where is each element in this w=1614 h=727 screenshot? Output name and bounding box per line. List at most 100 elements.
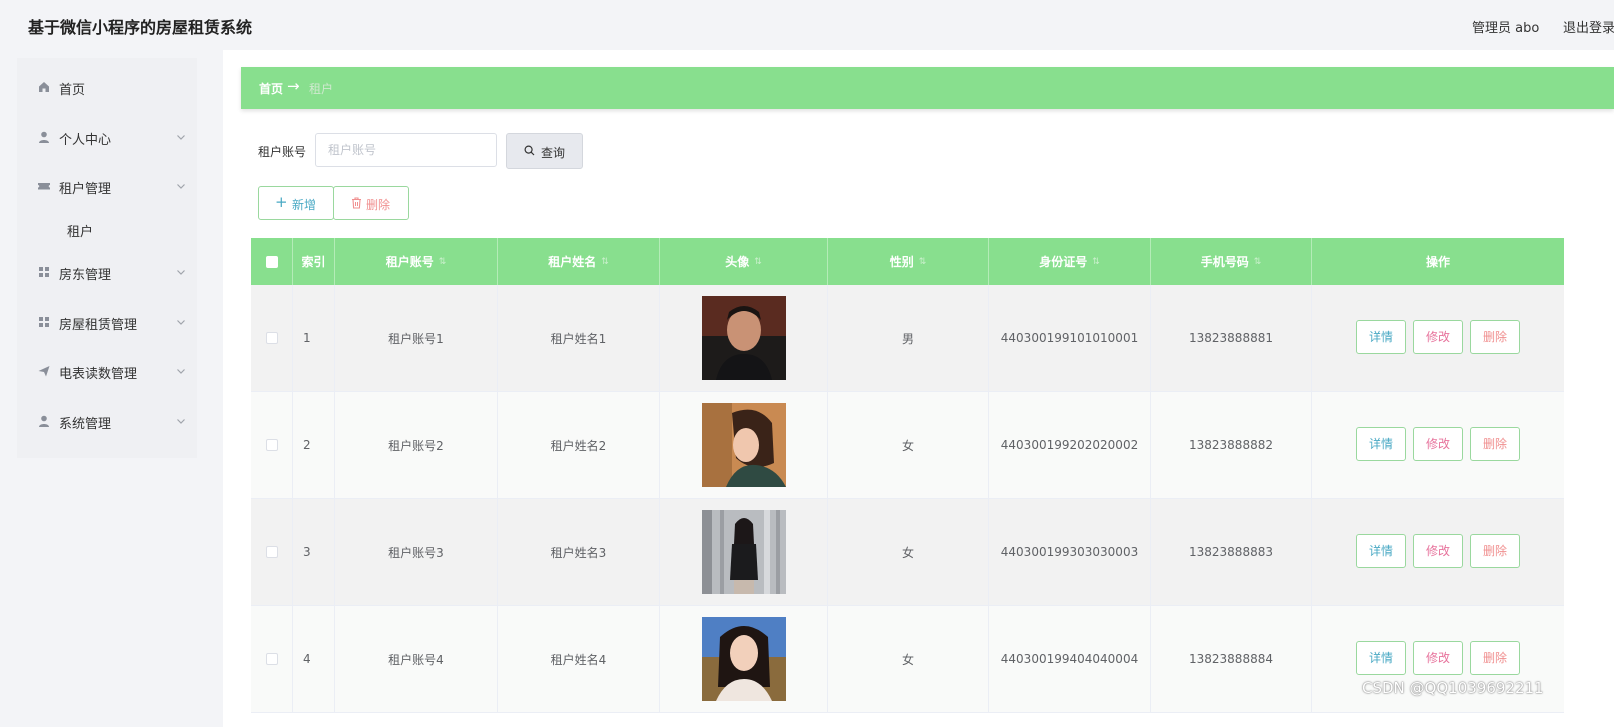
select-all-cell	[251, 238, 293, 285]
batch-delete-button[interactable]: 删除	[333, 186, 409, 220]
grid-icon	[39, 267, 49, 277]
sidebar: 首页 个人中心 租户管理 租户 房东管理 房屋租赁管理 电表读数管理 系统管理	[17, 58, 197, 458]
column-header-label: 性别	[889, 255, 914, 269]
edit-button[interactable]: 修改	[1413, 534, 1463, 568]
query-button[interactable]: 查询	[506, 133, 583, 169]
sidebar-item-personal-center[interactable]: 个人中心	[17, 118, 197, 156]
sort-icon[interactable]: ⇅	[601, 257, 609, 267]
edit-button[interactable]: 修改	[1413, 320, 1463, 354]
edit-button[interactable]: 修改	[1413, 641, 1463, 675]
detail-button[interactable]: 详情	[1356, 641, 1406, 675]
sidebar-item-tenant-management[interactable]: 租户管理	[17, 167, 197, 205]
index-cell: 3	[293, 499, 335, 605]
name-cell: 租户姓名1	[498, 285, 660, 391]
trash-icon	[352, 197, 361, 209]
logout-link[interactable]: 退出登录	[1563, 17, 1614, 36]
sidebar-item-label: 房东管理	[59, 268, 112, 283]
column-header-label: 租户账号	[385, 255, 434, 269]
avatar	[701, 617, 786, 701]
column-header-avatar[interactable]: 头像 ⇅	[660, 238, 828, 285]
sidebar-item-landlord-management[interactable]: 房东管理	[17, 253, 197, 291]
sort-icon[interactable]: ⇅	[1092, 257, 1100, 267]
batch-delete-button-label: 删除	[366, 198, 391, 212]
main-content: 首页 → 租户 租户账号 查询 + 新增 删除 索引 租户账号 ⇅ 租户姓名 ⇅	[223, 50, 1614, 727]
sidebar-item-system-management[interactable]: 系统管理	[17, 402, 197, 440]
avatar-cell	[660, 285, 828, 391]
sidebar-subitem-tenant[interactable]: 租户	[17, 213, 197, 245]
id-number-cell: 440300199202020002	[989, 392, 1151, 498]
column-header-index: 索引	[293, 238, 335, 285]
column-header-account[interactable]: 租户账号 ⇅	[335, 238, 498, 285]
sidebar-item-rental-management[interactable]: 房屋租赁管理	[17, 303, 197, 341]
sidebar-item-meter-reading-management[interactable]: 电表读数管理	[17, 352, 197, 390]
sort-icon[interactable]: ⇅	[1254, 257, 1262, 267]
actions-cell: 详情 修改 删除	[1312, 285, 1564, 391]
sidebar-item-label: 系统管理	[59, 417, 112, 432]
query-button-label: 查询	[541, 146, 566, 160]
sidebar-item-home[interactable]: 首页	[17, 68, 197, 106]
column-header-id-number[interactable]: 身份证号 ⇅	[989, 238, 1151, 285]
id-number-cell: 440300199404040004	[989, 606, 1151, 712]
index-cell: 1	[293, 285, 335, 391]
column-header-label: 身份证号	[1039, 255, 1088, 269]
search-input[interactable]	[315, 133, 497, 167]
avatar	[701, 510, 786, 594]
id-number-cell: 440300199101010001	[989, 285, 1151, 391]
index-cell: 4	[293, 606, 335, 712]
sidebar-item-label: 房屋租赁管理	[59, 318, 138, 333]
row-checkbox[interactable]	[265, 546, 278, 558]
search-icon	[524, 145, 535, 156]
admin-label: 管理员 abo	[1472, 21, 1540, 36]
phone-cell: 13823888881	[1151, 285, 1312, 391]
edit-button[interactable]: 修改	[1413, 427, 1463, 461]
column-header-label: 操作	[1425, 255, 1450, 269]
detail-button[interactable]: 详情	[1356, 427, 1406, 461]
name-cell: 租户姓名4	[498, 606, 660, 712]
gender-cell: 女	[828, 606, 989, 712]
phone-cell: 13823888883	[1151, 499, 1312, 605]
sort-icon[interactable]: ⇅	[754, 257, 762, 267]
account-cell: 租户账号2	[335, 392, 498, 498]
row-checkbox[interactable]	[265, 653, 278, 665]
sidebar-item-label: 个人中心	[59, 133, 112, 148]
select-all-checkbox[interactable]	[265, 255, 278, 268]
sort-icon[interactable]: ⇅	[439, 257, 447, 267]
delete-button[interactable]: 删除	[1470, 320, 1520, 354]
column-header-phone[interactable]: 手机号码 ⇅	[1151, 238, 1312, 285]
ticket-icon	[38, 183, 50, 190]
column-header-label: 索引	[301, 255, 326, 269]
gender-cell: 男	[828, 285, 989, 391]
column-header-name[interactable]: 租户姓名 ⇅	[498, 238, 660, 285]
row-select-cell	[251, 392, 293, 498]
detail-button[interactable]: 详情	[1356, 320, 1406, 354]
column-header-gender[interactable]: 性别 ⇅	[828, 238, 989, 285]
row-checkbox[interactable]	[265, 332, 278, 344]
sort-icon[interactable]: ⇅	[919, 257, 927, 267]
phone-cell: 13823888882	[1151, 392, 1312, 498]
chevron-down-icon	[177, 419, 185, 424]
account-cell: 租户账号3	[335, 499, 498, 605]
account-cell: 租户账号4	[335, 606, 498, 712]
avatar-cell	[660, 392, 828, 498]
gender-cell: 女	[828, 499, 989, 605]
row-checkbox[interactable]	[265, 439, 278, 451]
user-icon	[39, 131, 49, 143]
delete-button[interactable]: 删除	[1470, 427, 1520, 461]
breadcrumb: 首页 → 租户	[241, 67, 1614, 109]
plus-icon: +	[275, 193, 288, 211]
delete-button[interactable]: 删除	[1470, 534, 1520, 568]
watermark-text: CSDN @QQ1039692211	[1362, 679, 1544, 697]
table-row: 1 租户账号1 租户姓名1 男 440300199101010001 13823…	[251, 285, 1564, 392]
column-header-label: 手机号码	[1200, 255, 1249, 269]
actions-cell: 详情 修改 删除	[1312, 499, 1564, 605]
breadcrumb-home-link[interactable]: 首页	[259, 80, 283, 97]
add-button-label: 新增	[292, 198, 317, 212]
avatar	[701, 403, 786, 487]
detail-button[interactable]: 详情	[1356, 534, 1406, 568]
id-number-cell: 440300199303030003	[989, 499, 1151, 605]
column-header-actions: 操作	[1312, 238, 1564, 285]
add-button[interactable]: + 新增	[258, 186, 334, 220]
delete-button[interactable]: 删除	[1470, 641, 1520, 675]
table-row: 3 租户账号3 租户姓名3 女 440300199303030003 13823…	[251, 499, 1564, 606]
name-cell: 租户姓名2	[498, 392, 660, 498]
